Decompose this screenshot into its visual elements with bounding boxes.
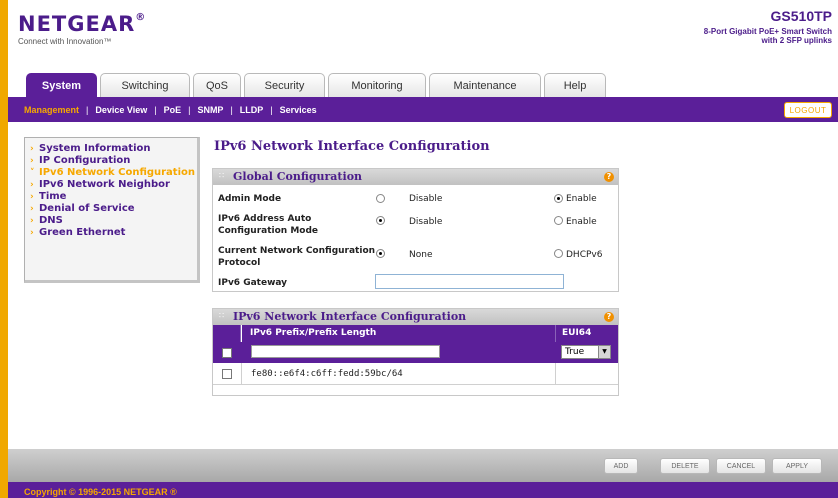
tab-system[interactable]: System xyxy=(26,73,97,97)
subnav-separator: | xyxy=(154,104,157,115)
admin-mode-disable-label: Disable xyxy=(409,194,443,204)
select-column-header xyxy=(213,325,241,342)
prefix-input[interactable] xyxy=(251,345,440,358)
sidebar: › System Information › IP Configuration ˅ I… xyxy=(24,137,200,283)
subnav-device-view[interactable]: Device View xyxy=(95,105,147,115)
action-bar: ADD DELETE CANCEL APPLY xyxy=(8,449,838,482)
protocol-none-label: None xyxy=(409,250,433,260)
add-button[interactable]: ADD xyxy=(604,458,638,474)
tab-help[interactable]: Help xyxy=(544,73,606,97)
help-icon[interactable]: ? xyxy=(604,172,614,182)
new-entry-row: True ▼ xyxy=(213,342,618,363)
cancel-button[interactable]: CANCEL xyxy=(716,458,766,474)
subnav-snmp[interactable]: SNMP xyxy=(197,105,223,115)
auto-config-enable-radio[interactable] xyxy=(554,216,563,225)
page-title: IPv6 Network Interface Configuration xyxy=(214,139,490,154)
auto-config-disable-label: Disable xyxy=(409,217,443,227)
left-accent-bar xyxy=(0,0,8,498)
panel-title: IPv6 Network Interface Configuration xyxy=(233,310,467,323)
admin-mode-disable-radio[interactable] xyxy=(376,194,385,203)
sidebar-item-ipv6-network-configuration[interactable]: ˅ IPv6 Network Configuration xyxy=(30,167,197,179)
chevron-right-icon: › xyxy=(30,192,34,202)
subnav-management[interactable]: Management xyxy=(24,105,79,115)
new-entry-checkbox[interactable] xyxy=(222,348,232,358)
sidebar-item-green-ethernet[interactable]: › Green Ethernet xyxy=(30,227,197,239)
prefix-column-header: IPv6 Prefix/Prefix Length xyxy=(242,325,555,342)
sidebar-item-time[interactable]: › Time xyxy=(30,191,197,203)
eui64-column-header: EUI64 xyxy=(555,325,618,342)
subnav-poe[interactable]: PoE xyxy=(164,105,182,115)
sidebar-item-ip-configuration[interactable]: › IP Configuration xyxy=(30,155,197,167)
auto-config-disable-radio[interactable] xyxy=(376,216,385,225)
sub-navigation: Management | Device View | PoE | SNMP | … xyxy=(8,97,838,122)
subnav-separator: | xyxy=(270,104,273,115)
dropdown-arrow-icon: ▼ xyxy=(598,346,610,358)
tab-qos[interactable]: QoS xyxy=(193,73,241,97)
page: NETGEAR® Connect with Innovation™ GS510T… xyxy=(0,0,838,498)
model-name: GS510TP xyxy=(770,8,832,24)
auto-config-label: IPv6 Address Auto Configuration Mode xyxy=(218,214,319,236)
global-configuration-panel: ∷ Global Configuration ? Admin Mode Disa… xyxy=(212,168,619,292)
interface-configuration-panel: ∷ IPv6 Network Interface Configuration ?… xyxy=(212,308,619,396)
logout-button[interactable]: LOGOUT xyxy=(784,102,832,118)
tab-monitoring[interactable]: Monitoring xyxy=(328,73,426,97)
chevron-right-icon: › xyxy=(30,228,34,238)
tab-security[interactable]: Security xyxy=(244,73,325,97)
chevron-down-icon: ˅ xyxy=(30,168,35,178)
apply-button[interactable]: APPLY xyxy=(772,458,822,474)
chevron-right-icon: › xyxy=(30,156,34,166)
panel-header: ∷ Global Configuration ? xyxy=(213,169,618,185)
sidebar-item-ipv6-network-neighbor[interactable]: › IPv6 Network Neighbor xyxy=(30,179,197,191)
sidebar-item-denial-of-service[interactable]: › Denial of Service xyxy=(30,203,197,215)
gateway-label: IPv6 Gateway xyxy=(218,278,288,288)
ipv6-gateway-input[interactable] xyxy=(375,274,564,289)
help-icon[interactable]: ? xyxy=(604,312,614,322)
copyright-text: Copyright © 1996-2015 NETGEAR ® xyxy=(24,487,177,497)
subnav-separator: | xyxy=(188,104,191,115)
panel-title: Global Configuration xyxy=(233,170,363,183)
admin-mode-label: Admin Mode xyxy=(218,194,282,204)
drag-handle-icon: ∷ xyxy=(219,171,225,180)
protocol-dhcpv6-label: DHCPv6 xyxy=(566,250,603,260)
protocol-none-radio[interactable] xyxy=(376,249,385,258)
protocol-label: Current Network Configuration Protocol xyxy=(218,246,376,268)
sidebar-item-system-information[interactable]: › System Information xyxy=(30,143,197,155)
tagline: Connect with Innovation™ xyxy=(18,37,112,46)
admin-mode-enable-radio[interactable] xyxy=(554,194,563,203)
subnav-services[interactable]: Services xyxy=(280,105,317,115)
tab-maintenance[interactable]: Maintenance xyxy=(429,73,541,97)
auto-config-enable-label: Enable xyxy=(566,217,597,227)
eui64-select[interactable]: True ▼ xyxy=(561,345,611,359)
tab-switching[interactable]: Switching xyxy=(100,73,190,97)
sidebar-item-dns[interactable]: › DNS xyxy=(30,215,197,227)
table-row: fe80::e6f4:c6ff:fedd:59bc/64 xyxy=(213,363,618,385)
footer: Copyright © 1996-2015 NETGEAR ® xyxy=(8,482,838,498)
protocol-dhcpv6-radio[interactable] xyxy=(554,249,563,258)
row-checkbox[interactable] xyxy=(222,369,232,379)
panel-header: ∷ IPv6 Network Interface Configuration ? xyxy=(213,309,618,325)
netgear-logo: NETGEAR® xyxy=(18,12,147,36)
chevron-right-icon: › xyxy=(30,144,34,154)
subnav-separator: | xyxy=(230,104,233,115)
delete-button[interactable]: DELETE xyxy=(660,458,710,474)
main-tabs: System Switching QoS Security Monitoring… xyxy=(26,73,609,97)
chevron-right-icon: › xyxy=(30,204,34,214)
subnav-lldp[interactable]: LLDP xyxy=(240,105,264,115)
drag-handle-icon: ∷ xyxy=(219,311,225,320)
chevron-right-icon: › xyxy=(30,180,34,190)
prefix-value: fe80::e6f4:c6ff:fedd:59bc/64 xyxy=(251,369,403,379)
model-description: 8-Port Gigabit PoE+ Smart Switch with 2 … xyxy=(703,27,832,45)
chevron-right-icon: › xyxy=(30,216,34,226)
header: NETGEAR® Connect with Innovation™ GS510T… xyxy=(8,0,838,68)
admin-mode-enable-label: Enable xyxy=(566,194,597,204)
subnav-separator: | xyxy=(86,104,89,115)
